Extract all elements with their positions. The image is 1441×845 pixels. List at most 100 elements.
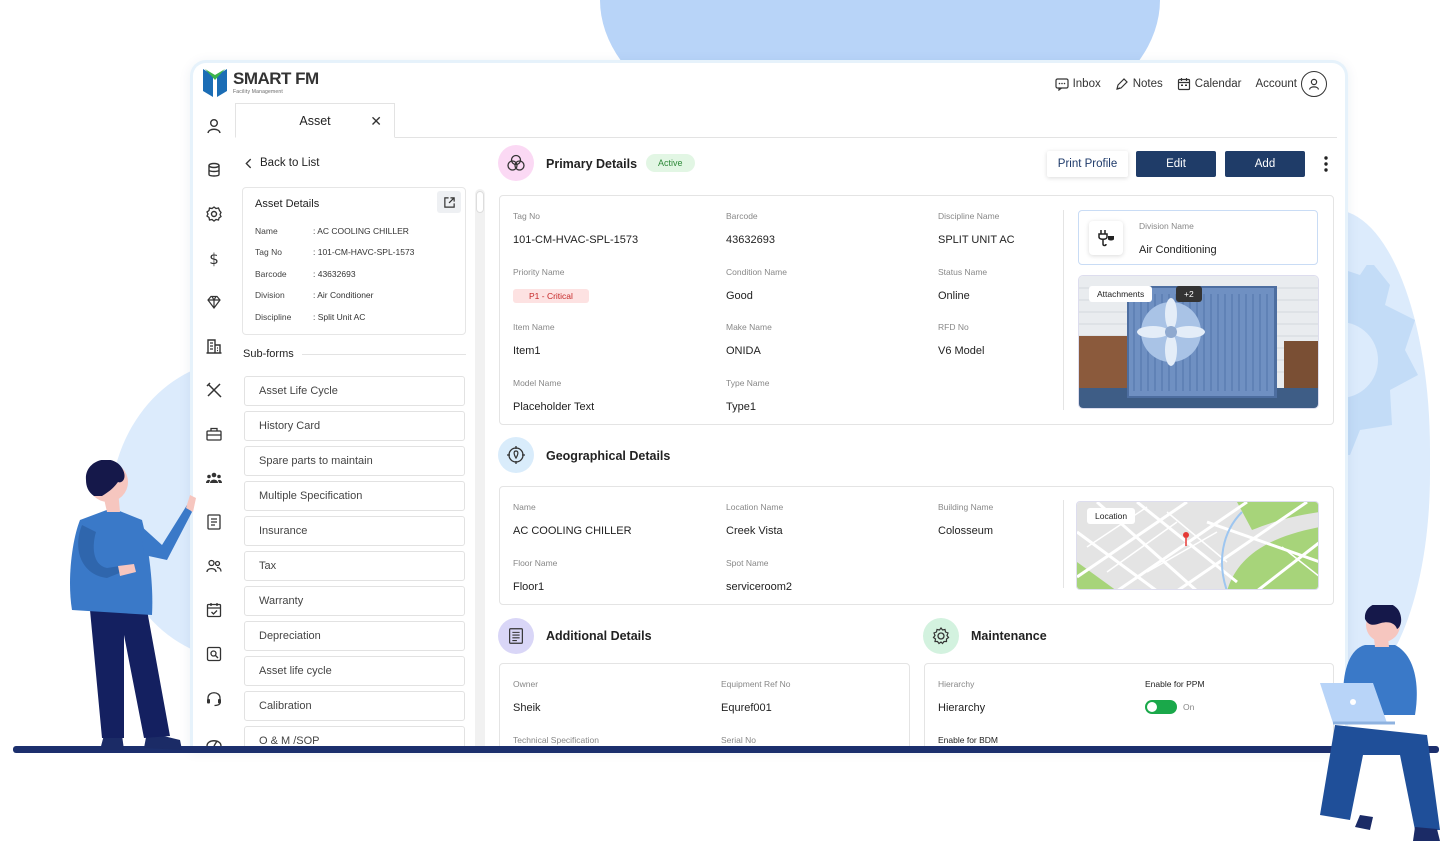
more-options-icon[interactable] xyxy=(1320,155,1332,173)
print-profile-button[interactable]: Print Profile xyxy=(1047,151,1128,177)
field-label: Enable for BDM xyxy=(938,735,998,745)
maintenance-title: Maintenance xyxy=(971,629,1047,643)
asset-details-title: Asset Details xyxy=(255,198,320,210)
field-type: Type Name Type1 xyxy=(726,378,769,415)
presenter-illustration xyxy=(69,460,196,750)
asset-detail-row: Division: Air Conditioner xyxy=(255,285,453,307)
field-label: Equipment Ref No xyxy=(721,679,791,689)
account-menu[interactable]: Account xyxy=(1255,71,1327,97)
ppm-toggle[interactable] xyxy=(1145,699,1177,714)
schedule-icon[interactable] xyxy=(205,601,223,619)
tab-bar: Asset ✕ xyxy=(235,103,1337,138)
inbox-icon xyxy=(1054,78,1069,91)
field-value: Type1 xyxy=(726,401,756,413)
field-value: Good xyxy=(726,290,753,302)
users-icon[interactable] xyxy=(205,557,223,575)
field-value: Floor1 xyxy=(513,581,545,593)
database-icon[interactable] xyxy=(205,161,223,179)
field-owner: Owner Sheik xyxy=(513,679,541,716)
support-icon[interactable] xyxy=(205,689,223,707)
primary-details-icon xyxy=(498,145,534,181)
field-value: 43632693 xyxy=(726,234,775,246)
toolbox-icon[interactable] xyxy=(205,425,223,443)
field-enable-ppm: Enable for PPM On xyxy=(1145,679,1205,716)
inbox-link[interactable]: Inbox xyxy=(1054,77,1101,91)
field-label: Item Name xyxy=(513,322,555,332)
field-label: Condition Name xyxy=(726,267,787,277)
field-make: Make Name ONIDA xyxy=(726,322,772,359)
left-panel-scrollbar[interactable] xyxy=(475,189,485,750)
field-value: Air Conditioning xyxy=(1139,244,1217,256)
attachments-label[interactable]: Attachments xyxy=(1089,286,1153,302)
asset-detail-row: Discipline: Split Unit AC xyxy=(255,306,453,328)
map-location-label: Location xyxy=(1087,508,1136,524)
inspection-icon[interactable] xyxy=(205,645,223,663)
field-value: Hierarchy xyxy=(938,702,986,714)
laptop-user-illustration xyxy=(1320,605,1440,841)
notes-link[interactable]: Notes xyxy=(1115,77,1163,91)
sidebar: $ xyxy=(193,107,235,750)
subform-calibration[interactable]: Calibration xyxy=(244,691,465,721)
subform-history-card[interactable]: History Card xyxy=(244,411,465,441)
subform-asset-life-cycle-2[interactable]: Asset life cycle xyxy=(244,656,465,686)
subform-depreciation[interactable]: Depreciation xyxy=(244,621,465,651)
asset-detail-value: : Split Unit AC xyxy=(313,311,366,322)
avatar-icon xyxy=(1301,71,1327,97)
division-card: Division Name Air Conditioning xyxy=(1078,210,1318,265)
asset-detail-row: Tag No: 101-CM-HAVC-SPL-1573 xyxy=(255,242,453,264)
tools-icon[interactable] xyxy=(205,381,223,399)
more-attachments-badge[interactable]: +2 xyxy=(1176,286,1202,302)
asset-detail-value: : 101-CM-HAVC-SPL-1573 xyxy=(313,247,415,258)
field-label: Technical Specification xyxy=(513,735,599,745)
edit-button[interactable]: Edit xyxy=(1136,151,1216,177)
top-navigation: Inbox Notes Calendar Account xyxy=(1054,71,1327,97)
field-building: Building Name Colosseum xyxy=(938,502,993,539)
close-tab-icon[interactable]: ✕ xyxy=(370,113,382,130)
field-value: SPLIT UNIT AC xyxy=(938,234,1015,246)
subform-tax[interactable]: Tax xyxy=(244,551,465,581)
additional-details-title: Additional Details xyxy=(546,629,652,643)
report-icon[interactable] xyxy=(205,513,223,531)
subform-insurance[interactable]: Insurance xyxy=(244,516,465,546)
field-model: Model Name Placeholder Text xyxy=(513,378,594,415)
subform-asset-life-cycle[interactable]: Asset Life Cycle xyxy=(244,376,465,406)
field-value: Colosseum xyxy=(938,525,994,537)
asset-photo[interactable]: Attachments +2 xyxy=(1078,275,1319,409)
field-division: Division Name Air Conditioning xyxy=(1139,221,1217,258)
field-label: Spot Name xyxy=(726,558,769,568)
calendar-link[interactable]: Calendar xyxy=(1177,77,1241,91)
notes-icon xyxy=(1115,78,1128,90)
column-divider xyxy=(1063,500,1064,588)
primary-details-title: Primary Details xyxy=(546,157,638,171)
field-value: Creek Vista xyxy=(726,525,783,537)
field-label: Location Name xyxy=(726,502,784,512)
field-discipline: Discipline Name SPLIT UNIT AC xyxy=(938,211,1015,248)
asset-detail-key: Name xyxy=(255,225,278,236)
back-to-list-link[interactable]: Back to List xyxy=(245,157,319,169)
location-map[interactable]: Location xyxy=(1076,501,1319,590)
field-geo-name: Name AC COOLING CHILLER xyxy=(513,502,632,539)
geographical-details-title: Geographical Details xyxy=(546,449,671,463)
building-icon[interactable] xyxy=(205,337,223,355)
add-button[interactable]: Add xyxy=(1225,151,1305,177)
field-label: Building Name xyxy=(938,502,994,512)
priority-badge: P1 - Critical xyxy=(513,289,589,303)
dollar-icon[interactable]: $ xyxy=(205,249,223,268)
scroll-thumb[interactable] xyxy=(476,191,484,213)
subform-multiple-specification[interactable]: Multiple Specification xyxy=(244,481,465,511)
tab-asset[interactable]: Asset ✕ xyxy=(235,103,395,138)
open-external-button[interactable] xyxy=(437,191,461,213)
field-label: RFD No xyxy=(938,322,969,332)
field-label: Barcode xyxy=(726,211,758,221)
subform-warranty[interactable]: Warranty xyxy=(244,586,465,616)
settings-icon[interactable] xyxy=(205,205,223,223)
external-link-icon xyxy=(443,196,455,208)
field-condition: Condition Name Good xyxy=(726,267,787,304)
diamond-icon[interactable] xyxy=(205,293,223,311)
team-icon[interactable] xyxy=(205,469,223,487)
subform-spare-parts[interactable]: Spare parts to maintain xyxy=(244,446,465,476)
field-status: Status Name Online xyxy=(938,267,987,304)
user-icon[interactable] xyxy=(205,117,223,135)
asset-detail-row: Barcode: 43632693 xyxy=(255,263,453,285)
field-label: Enable for PPM xyxy=(1145,679,1205,689)
